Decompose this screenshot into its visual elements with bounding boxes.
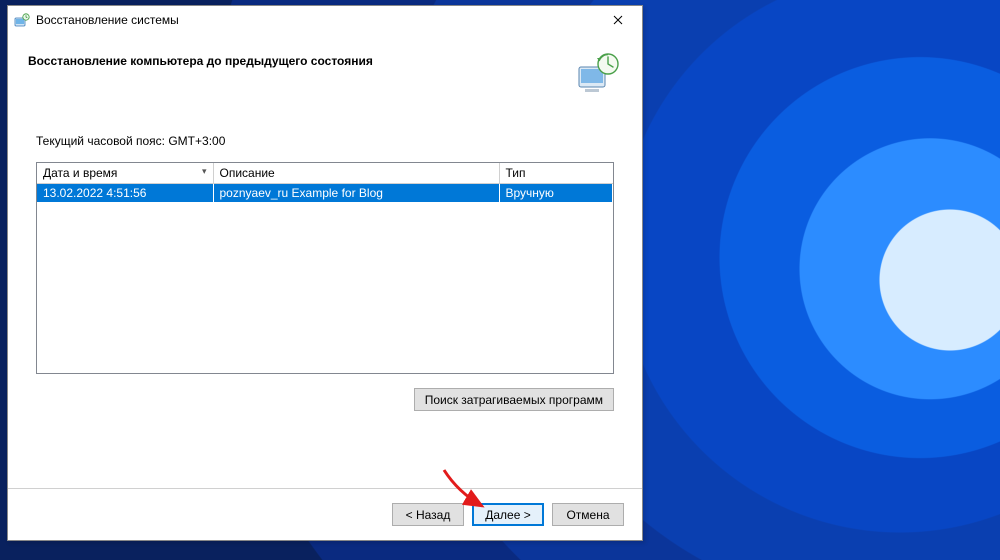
table-row-empty xyxy=(37,236,613,253)
col-type[interactable]: Тип xyxy=(499,163,613,184)
table-row-empty xyxy=(37,287,613,304)
col-datetime[interactable]: Дата и время ▾ xyxy=(37,163,213,184)
table-row-empty xyxy=(37,202,613,219)
timezone-label: Текущий часовой пояс: GMT+3:00 xyxy=(36,134,614,148)
col-description-label: Описание xyxy=(220,166,275,180)
cell-type: Вручную xyxy=(499,184,613,203)
system-restore-dialog: Восстановление системы Восстановление ко… xyxy=(7,5,643,541)
table-row-empty xyxy=(37,219,613,236)
back-button[interactable]: < Назад xyxy=(392,503,464,526)
table-row[interactable]: 13.02.2022 4:51:56 poznyaev_ru Example f… xyxy=(37,184,613,203)
table-row-empty xyxy=(37,321,613,338)
table-row-empty xyxy=(37,338,613,355)
titlebar[interactable]: Восстановление системы xyxy=(8,6,642,34)
close-button[interactable] xyxy=(596,6,640,34)
dialog-header: Восстановление компьютера до предыдущего… xyxy=(8,34,642,106)
window-title: Восстановление системы xyxy=(36,13,596,27)
col-datetime-label: Дата и время xyxy=(43,166,117,180)
dialog-footer: < Назад Далее > Отмена xyxy=(8,488,642,540)
col-type-label: Тип xyxy=(506,166,526,180)
cancel-button[interactable]: Отмена xyxy=(552,503,624,526)
restore-points-table[interactable]: Дата и время ▾ Описание Тип xyxy=(36,162,614,374)
sort-desc-icon: ▾ xyxy=(202,166,207,177)
cell-datetime: 13.02.2022 4:51:56 xyxy=(37,184,213,203)
restore-large-icon xyxy=(574,50,622,98)
table-row-empty xyxy=(37,304,613,321)
affected-programs-row: Поиск затрагиваемых программ xyxy=(36,388,614,411)
scan-affected-button[interactable]: Поиск затрагиваемых программ xyxy=(414,388,614,411)
col-description[interactable]: Описание xyxy=(213,163,499,184)
desktop-background: Восстановление системы Восстановление ко… xyxy=(0,0,1000,560)
table-header-row[interactable]: Дата и время ▾ Описание Тип xyxy=(37,163,613,184)
system-restore-icon xyxy=(14,12,30,28)
cell-description: poznyaev_ru Example for Blog xyxy=(213,184,499,203)
dialog-content: Текущий часовой пояс: GMT+3:00 Дата и вр… xyxy=(8,106,642,488)
next-button[interactable]: Далее > xyxy=(472,503,544,526)
table-row-empty xyxy=(37,270,613,287)
table-row-empty xyxy=(37,253,613,270)
dialog-heading: Восстановление компьютера до предыдущего… xyxy=(28,50,564,68)
